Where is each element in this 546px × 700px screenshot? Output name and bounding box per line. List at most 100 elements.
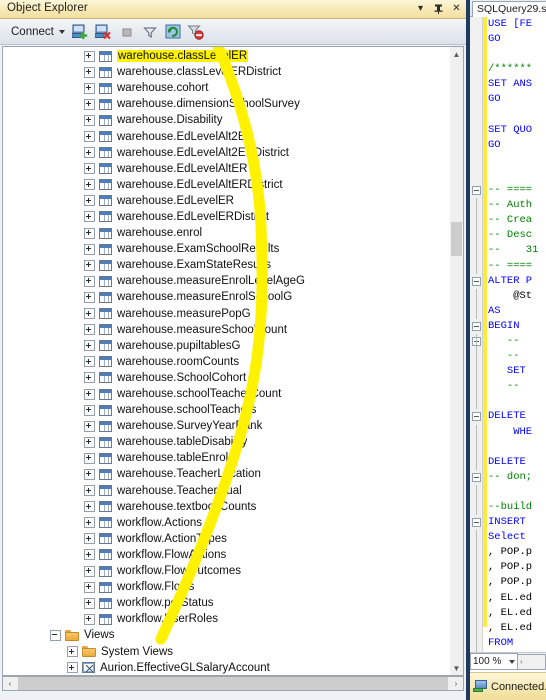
tree-node[interactable]: workflow.Actions [3, 515, 433, 531]
expand-plus-icon[interactable] [84, 308, 95, 319]
refresh-icon[interactable] [163, 22, 183, 42]
tree-node[interactable]: Views [3, 627, 433, 643]
expand-plus-icon[interactable] [84, 99, 95, 110]
tree-node[interactable]: warehouse.measureSchoolCount [3, 322, 433, 338]
code-fold-toggle-icon[interactable] [472, 473, 481, 482]
tree-node[interactable]: warehouse.EdLevelER [3, 193, 433, 209]
code-fold-toggle-icon[interactable] [472, 186, 481, 195]
tree-node[interactable]: workflow.FlowActions [3, 547, 433, 563]
expand-plus-icon[interactable] [84, 51, 95, 62]
expand-plus-icon[interactable] [84, 533, 95, 544]
tree-node[interactable]: warehouse.SurveyYearRank [3, 418, 433, 434]
tree-node[interactable]: warehouse.SchoolCohort [3, 370, 433, 386]
expand-plus-icon[interactable] [84, 131, 95, 142]
collapse-minus-icon[interactable] [50, 630, 61, 641]
tree-node[interactable]: warehouse.measurePopG [3, 306, 433, 322]
vertical-scroll-thumb[interactable] [451, 222, 462, 256]
expand-plus-icon[interactable] [84, 405, 95, 416]
expand-plus-icon[interactable] [84, 211, 95, 222]
expand-plus-icon[interactable] [67, 646, 78, 657]
expand-plus-icon[interactable] [84, 421, 95, 432]
expand-plus-icon[interactable] [84, 437, 95, 448]
auto-hide-pin-icon[interactable] [433, 1, 444, 16]
tree-node[interactable]: warehouse.measureEnrolLevelAgeG [3, 273, 433, 289]
tree-node[interactable]: warehouse.classLevelERDistrict [3, 64, 433, 80]
tree-node[interactable]: warehouse.EdLevelAltER [3, 161, 433, 177]
expand-plus-icon[interactable] [84, 195, 95, 206]
expand-plus-icon[interactable] [84, 598, 95, 609]
expand-plus-icon[interactable] [84, 228, 95, 239]
expand-plus-icon[interactable] [84, 549, 95, 560]
expand-plus-icon[interactable] [84, 147, 95, 158]
expand-plus-icon[interactable] [84, 501, 95, 512]
expand-plus-icon[interactable] [84, 453, 95, 464]
connect-object-explorer-icon[interactable] [71, 22, 91, 42]
tree-node[interactable]: warehouse.cohort [3, 80, 433, 96]
tree-node[interactable]: warehouse.schoolTeacherCount [3, 386, 433, 402]
expand-plus-icon[interactable] [84, 179, 95, 190]
scroll-down-arrow-icon[interactable]: ▼ [450, 661, 463, 675]
tree-node[interactable]: warehouse.TeacherLocation [3, 466, 433, 482]
connect-button[interactable]: Connect [8, 24, 68, 40]
code-fold-toggle-icon[interactable] [472, 322, 481, 331]
expand-plus-icon[interactable] [84, 292, 95, 303]
tree-node[interactable]: warehouse.classLevelER [3, 48, 433, 64]
tree-horizontal-scrollbar[interactable]: ‹ › [2, 676, 464, 691]
tree-node[interactable]: System Views [3, 643, 433, 659]
tree-node[interactable]: warehouse.measureEnrolSchoolG [3, 289, 433, 305]
tree-node[interactable]: warehouse.EdLevelAltERDistrict [3, 177, 433, 193]
scroll-left-arrow-icon[interactable]: ‹ [520, 657, 523, 666]
tree-node[interactable]: warehouse.Disability [3, 112, 433, 128]
tree-node[interactable]: warehouse.ExamSchoolResults [3, 241, 433, 257]
code-fold-toggle-icon[interactable] [472, 518, 481, 527]
tree-node[interactable]: warehouse.pupiltablesG [3, 338, 433, 354]
tree-vertical-scrollbar[interactable]: ▲ ▼ [450, 46, 464, 676]
tree-node[interactable]: Aurion.EffectiveGLSalaryAccount [3, 660, 433, 676]
expand-plus-icon[interactable] [84, 163, 95, 174]
close-icon[interactable]: ✕ [451, 1, 462, 16]
tree-node[interactable]: workflow.UserRoles [3, 611, 433, 627]
tree-node[interactable]: workflow.FlowOutcomes [3, 563, 433, 579]
scroll-right-arrow-icon[interactable]: › [449, 677, 463, 690]
tab-sqlquery29[interactable]: SQLQuery29.sql [472, 1, 546, 17]
filter-icon[interactable] [140, 22, 160, 42]
tree-node[interactable]: warehouse.schoolTeachers [3, 402, 433, 418]
object-explorer-tree-container[interactable]: warehouse.classLevelERwarehouse.classLev… [2, 46, 450, 676]
tree-node[interactable]: workflow.Flows [3, 579, 433, 595]
expand-plus-icon[interactable] [84, 566, 95, 577]
expand-plus-icon[interactable] [84, 115, 95, 126]
tree-node[interactable]: warehouse.roomCounts [3, 354, 433, 370]
tree-node[interactable]: warehouse.EdLevelERDistrict [3, 209, 433, 225]
expand-plus-icon[interactable] [84, 485, 95, 496]
code-fold-toggle-icon[interactable] [472, 412, 481, 421]
expand-plus-icon[interactable] [84, 356, 95, 367]
expand-plus-icon[interactable] [84, 340, 95, 351]
tree-node[interactable]: warehouse.tableEnrol [3, 450, 433, 466]
expand-plus-icon[interactable] [67, 662, 78, 673]
expand-plus-icon[interactable] [84, 324, 95, 335]
scroll-left-arrow-icon[interactable]: ‹ [3, 677, 17, 690]
scroll-up-arrow-icon[interactable]: ▲ [450, 47, 463, 61]
code-fold-toggle-icon[interactable] [472, 277, 481, 286]
tree-node[interactable]: warehouse.EdLevelAlt2ER [3, 128, 433, 144]
horizontal-scroll-thumb[interactable] [18, 677, 448, 690]
expand-plus-icon[interactable] [84, 614, 95, 625]
tree-node[interactable]: warehouse.tableDisability [3, 434, 433, 450]
expand-plus-icon[interactable] [84, 244, 95, 255]
sql-code-area[interactable]: USE [FEGO/******SET ANSGOSET QUOGO-- ===… [470, 17, 546, 652]
tree-node[interactable]: workflow.ActionTypes [3, 531, 433, 547]
expand-plus-icon[interactable] [84, 517, 95, 528]
expand-plus-icon[interactable] [84, 582, 95, 593]
expand-plus-icon[interactable] [84, 67, 95, 78]
tree-node[interactable]: warehouse.dimensionSchoolSurvey [3, 96, 433, 112]
remove-filter-icon[interactable] [186, 22, 206, 42]
expand-plus-icon[interactable] [84, 260, 95, 271]
tree-node[interactable]: warehouse.enrol [3, 225, 433, 241]
tree-node[interactable]: warehouse.EdLevelAlt2ERDistrict [3, 145, 433, 161]
editor-horizontal-scrollbar[interactable]: ‹ [518, 654, 546, 670]
dropdown-icon[interactable]: ▾ [415, 1, 426, 16]
expand-plus-icon[interactable] [84, 83, 95, 94]
expand-plus-icon[interactable] [84, 389, 95, 400]
tree-node[interactable]: warehouse.textbookCounts [3, 499, 433, 515]
disconnect-object-explorer-icon[interactable] [94, 22, 114, 42]
